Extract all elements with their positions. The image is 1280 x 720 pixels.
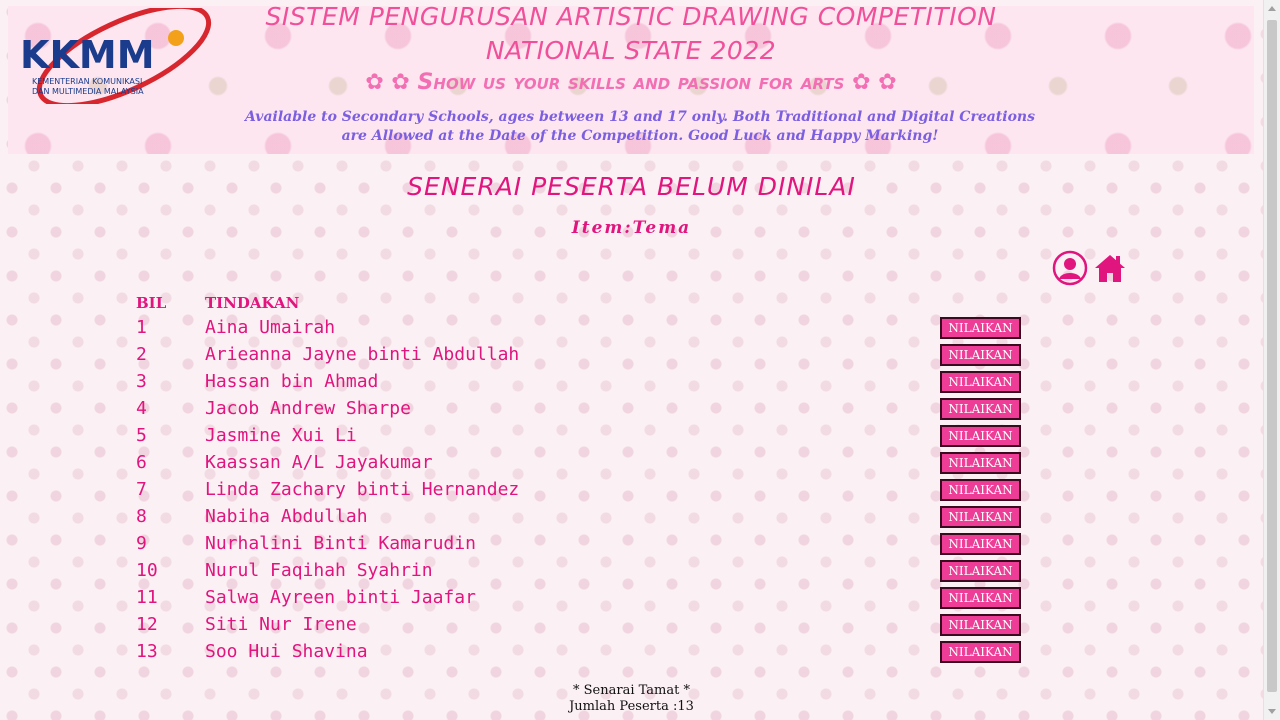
- nilaikan-button[interactable]: NILAIKAN: [940, 641, 1021, 663]
- table-row: 8 Nabiha Abdullah NILAIKAN: [136, 505, 1026, 532]
- participant-list: 1 Aina Umairah NILAIKAN 2 Arieanna Jayne bin…: [136, 316, 1026, 667]
- table-row: 6 Kaassan A/L Jayakumar NILAIKAN: [136, 451, 1026, 478]
- nilaikan-button[interactable]: NILAIKAN: [940, 398, 1021, 420]
- row-number: 4: [136, 398, 147, 419]
- row-number: 8: [136, 506, 147, 527]
- scroll-down-arrow-icon[interactable]: [1268, 709, 1276, 714]
- nilaikan-button[interactable]: NILAIKAN: [940, 344, 1021, 366]
- nilaikan-button[interactable]: NILAIKAN: [940, 560, 1021, 582]
- participant-name: Kaassan A/L Jayakumar: [205, 452, 433, 473]
- table-row: 5 Jasmine Xui Li NILAIKAN: [136, 424, 1026, 451]
- vertical-scrollbar[interactable]: [1263, 0, 1280, 720]
- table-row: 1 Aina Umairah NILAIKAN: [136, 316, 1026, 343]
- nilaikan-button[interactable]: NILAIKAN: [940, 425, 1021, 447]
- system-title-line-2: NATIONAL STATE 2022: [485, 36, 777, 65]
- participant-name: Arieanna Jayne binti Abdullah: [205, 344, 520, 365]
- table-row: 13 Soo Hui Shavina NILAIKAN: [136, 640, 1026, 667]
- row-number: 7: [136, 479, 147, 500]
- table-row: 2 Arieanna Jayne binti Abdullah NILAIKAN: [136, 343, 1026, 370]
- nav-icons: [1052, 250, 1128, 288]
- participant-name: Nabiha Abdullah: [205, 506, 368, 527]
- row-number: 12: [136, 614, 158, 635]
- table-row: 3 Hassan bin Ahmad NILAIKAN: [136, 370, 1026, 397]
- participant-name: Nurul Faqihah Syahrin: [205, 560, 433, 581]
- nilaikan-button[interactable]: NILAIKAN: [940, 587, 1021, 609]
- item-value: Tema: [632, 218, 692, 238]
- header-banner: KKMM KEMENTERIAN KOMUNIKASI DAN MULTIMED…: [8, 6, 1254, 154]
- participant-name: Soo Hui Shavina: [205, 641, 368, 662]
- slogan: ✿ ✿ Show us your skills and passion for …: [8, 70, 1254, 95]
- table-row: 7 Linda Zachary binti Hernandez NILAIKAN: [136, 478, 1026, 505]
- table-row: 9 Nurhalini Binti Kamarudin NILAIKAN: [136, 532, 1026, 559]
- participant-name: Linda Zachary binti Hernandez: [205, 479, 520, 500]
- nilaikan-button[interactable]: NILAIKAN: [940, 479, 1021, 501]
- home-icon[interactable]: [1092, 250, 1128, 286]
- table-row: 4 Jacob Andrew Sharpe NILAIKAN: [136, 397, 1026, 424]
- table-row: 12 Siti Nur Irene NILAIKAN: [136, 613, 1026, 640]
- nilaikan-button[interactable]: NILAIKAN: [940, 533, 1021, 555]
- row-number: 2: [136, 344, 147, 365]
- nilaikan-button[interactable]: NILAIKAN: [940, 614, 1021, 636]
- flower-icon: ✿ ✿: [852, 70, 897, 95]
- nilaikan-button[interactable]: NILAIKAN: [940, 452, 1021, 474]
- scroll-up-arrow-icon[interactable]: [1268, 6, 1276, 11]
- user-profile-icon[interactable]: [1052, 250, 1088, 286]
- table-row: 11 Salwa Ayreen binti Jaafar NILAIKAN: [136, 586, 1026, 613]
- participant-name: Jacob Andrew Sharpe: [205, 398, 411, 419]
- participant-name: Jasmine Xui Li: [205, 425, 357, 446]
- item-label-prefix: Item:: [571, 218, 633, 238]
- column-header-bil: BIL: [136, 294, 167, 312]
- row-number: 6: [136, 452, 147, 473]
- nilaikan-button[interactable]: NILAIKAN: [940, 506, 1021, 528]
- table-row: 10 Nurul Faqihah Syahrin NILAIKAN: [136, 559, 1026, 586]
- flower-icon: ✿ ✿: [365, 70, 410, 95]
- participant-name: Aina Umairah: [205, 317, 336, 338]
- scroll-thumb[interactable]: [1267, 20, 1277, 692]
- row-number: 11: [136, 587, 158, 608]
- slogan-text: Show us your skills and passion for arts: [417, 70, 845, 95]
- competition-info: Available to Secondary Schools, ages bet…: [245, 109, 1035, 144]
- column-header-tindakan: TINDAKAN: [205, 294, 300, 312]
- nilaikan-button[interactable]: NILAIKAN: [940, 371, 1021, 393]
- list-end-text: * Senarai Tamat *: [573, 683, 690, 698]
- row-number: 3: [136, 371, 147, 392]
- row-number: 1: [136, 317, 147, 338]
- participant-total: Jumlah Peserta :13: [569, 699, 694, 714]
- participant-name: Nurhalini Binti Kamarudin: [205, 533, 476, 554]
- participant-name: Siti Nur Irene: [205, 614, 357, 635]
- participant-name: Hassan bin Ahmad: [205, 371, 379, 392]
- system-title-line-1: SISTEM PENGURUSAN ARTISTIC DRAWING COMPE…: [265, 6, 997, 31]
- row-number: 5: [136, 425, 147, 446]
- item-label: Item:Tema: [0, 218, 1263, 238]
- list-footer: * Senarai Tamat * Jumlah Peserta :13: [0, 683, 1263, 715]
- row-number: 13: [136, 641, 158, 662]
- participant-name: Salwa Ayreen binti Jaafar: [205, 587, 476, 608]
- nilaikan-button[interactable]: NILAIKAN: [940, 317, 1021, 339]
- row-number: 9: [136, 533, 147, 554]
- row-number: 10: [136, 560, 158, 581]
- page-title: SENERAI PESERTA BELUM DINILAI: [407, 172, 856, 201]
